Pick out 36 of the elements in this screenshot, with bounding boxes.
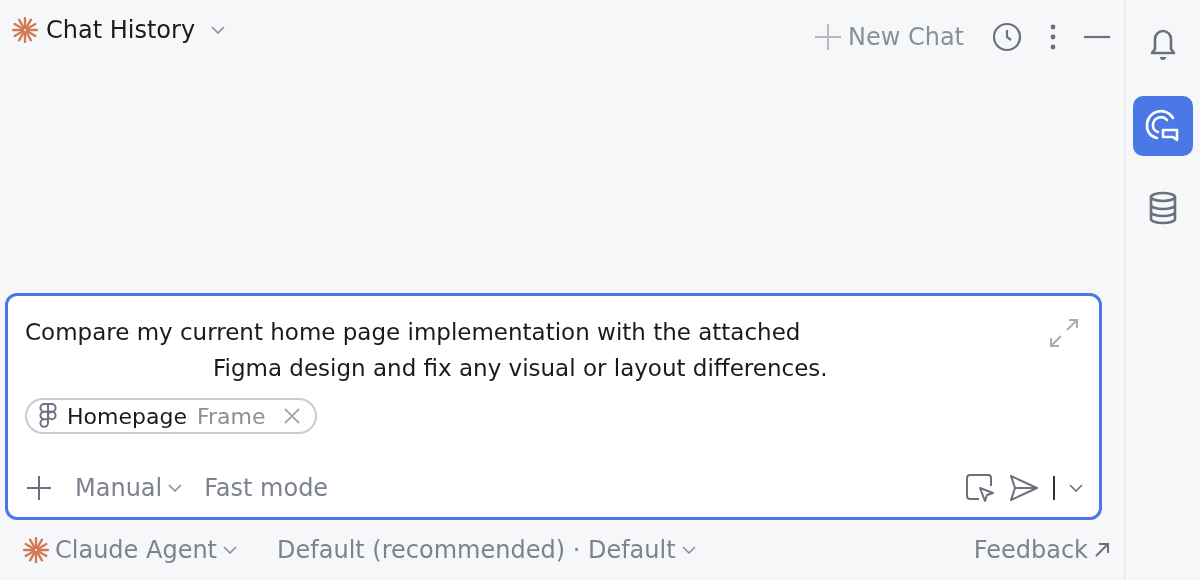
attachment-type: Frame [196,403,266,429]
clock-icon [992,22,1022,52]
more-vertical-icon [1050,24,1056,50]
figma-icon [39,403,57,429]
select-element-icon[interactable] [965,473,995,503]
fast-mode-button[interactable]: Fast mode [204,474,329,502]
divider-icon [1053,476,1055,500]
mode-dropdown[interactable]: Manual [75,474,183,502]
attachment-chip[interactable]: Homepage Frame [25,398,318,434]
external-link-icon [1094,542,1110,558]
chevron-down-icon [681,546,696,554]
database-icon [1147,190,1179,226]
message-input[interactable]: Compare my current home page implementation with the attached Figma design and fix any visual or layout differences. Homepage Frame Manual Fast mode [5,293,1102,520]
chevron-down-icon [168,484,183,492]
minimize-icon [1084,35,1110,39]
history-button[interactable] [992,22,1022,52]
attachment-name: Homepage [67,403,187,429]
send-icon[interactable] [1009,474,1039,502]
plus-icon [25,474,53,502]
chevron-down-icon [1069,484,1083,492]
plus-icon [813,23,842,51]
send-options-button[interactable] [1069,484,1083,492]
chevron-down-icon [211,26,226,34]
asterisk-icon [12,17,38,43]
more-options-button[interactable] [1050,24,1056,50]
model-dropdown[interactable]: Default (recommended) · Default [277,536,696,564]
asterisk-icon [23,537,49,563]
message-text: Compare my current home page implementation with the attached Figma design and fix any visual or layout differences. [25,318,829,383]
feedback-link[interactable]: Feedback [973,536,1110,564]
minimize-button[interactable] [1084,35,1110,39]
sidebar-tool-button[interactable] [1133,96,1193,156]
agent-dropdown[interactable]: Claude Agent [23,536,237,564]
add-button[interactable] [25,474,53,502]
chat-history-dropdown[interactable]: Chat History [12,16,226,44]
new-chat-button[interactable]: New Chat [813,23,964,51]
chevron-down-icon [223,546,237,554]
